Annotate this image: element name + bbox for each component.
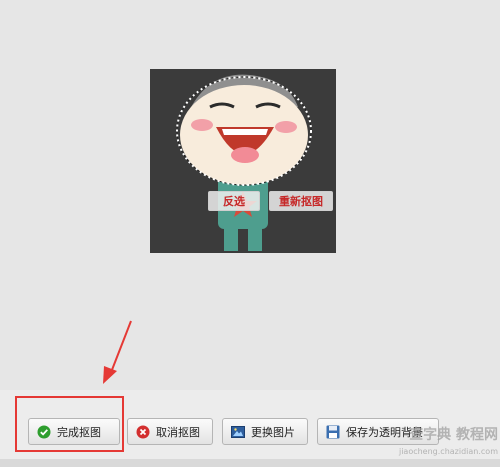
x-circle-icon xyxy=(136,425,150,439)
floppy-disk-icon xyxy=(326,425,340,439)
redo-cutout-button[interactable]: 重新抠图 xyxy=(269,191,333,211)
finish-cutout-button[interactable]: 完成抠图 xyxy=(28,418,120,445)
invert-selection-button[interactable]: 反选 xyxy=(208,191,260,211)
watermark: 查字典 教程网 jiaocheng.chazidian.com xyxy=(378,420,498,464)
finish-cutout-label: 完成抠图 xyxy=(57,425,101,439)
check-circle-icon xyxy=(37,425,51,439)
cartoon-figure-image xyxy=(150,69,336,253)
watermark-main: 查字典 教程网 xyxy=(409,427,498,443)
change-picture-button[interactable]: 更换图片 xyxy=(222,418,308,445)
cutout-image[interactable] xyxy=(150,69,336,253)
cancel-cutout-label: 取消抠图 xyxy=(156,425,200,439)
picture-icon xyxy=(231,425,245,439)
canvas-area: 反选 重新抠图 xyxy=(0,0,500,390)
change-picture-label: 更换图片 xyxy=(251,425,295,439)
cancel-cutout-button[interactable]: 取消抠图 xyxy=(127,418,213,445)
watermark-url: jiaocheng.chazidian.com xyxy=(398,447,498,456)
bottom-strip xyxy=(0,459,500,467)
